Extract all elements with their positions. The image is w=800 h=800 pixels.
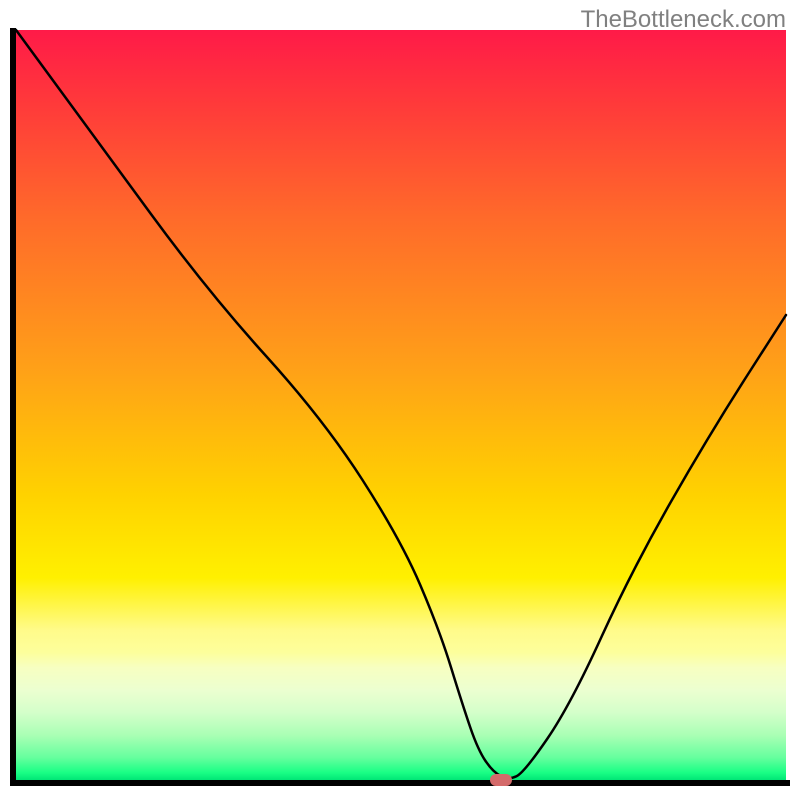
minimum-marker [490, 774, 512, 786]
watermark-text: TheBottleneck.com [581, 6, 786, 34]
y-axis-line [10, 28, 16, 782]
chart-container: TheBottleneck.com [0, 0, 800, 800]
x-axis-line [10, 780, 790, 786]
bottleneck-curve [16, 30, 786, 780]
